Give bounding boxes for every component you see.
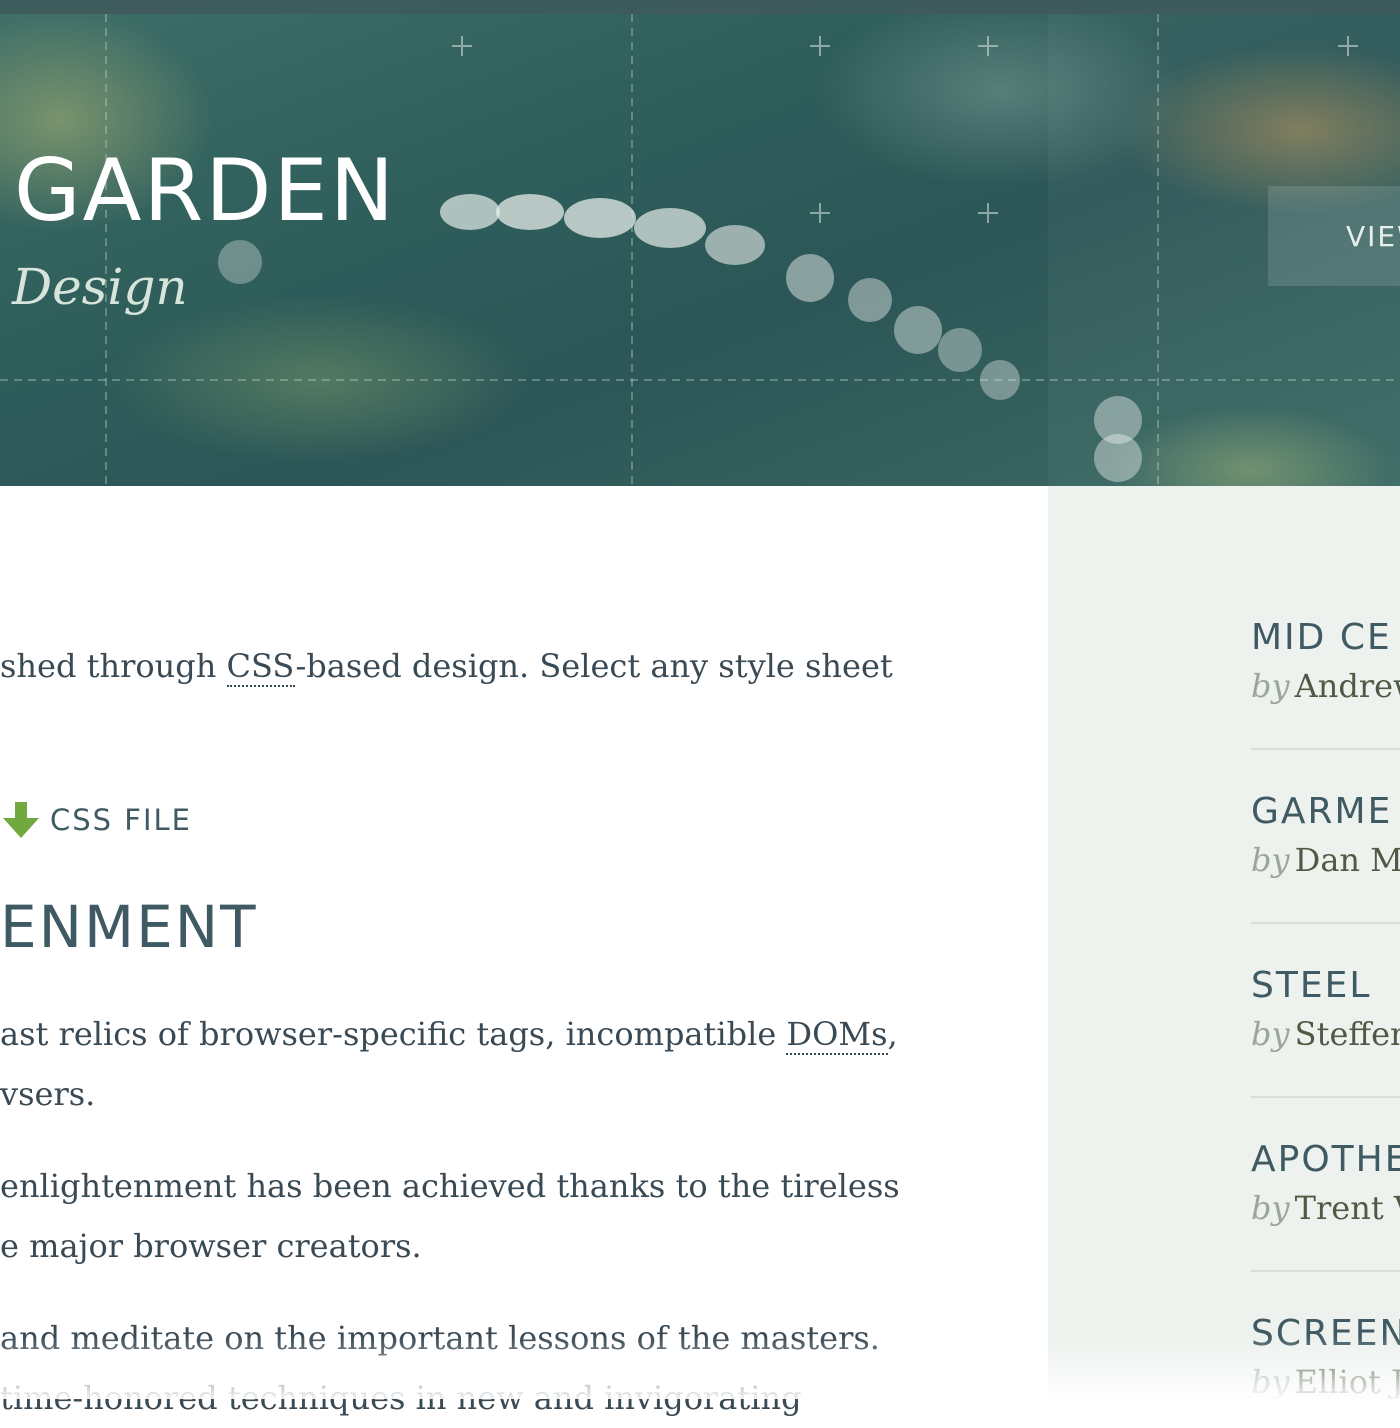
design-author-link[interactable]: Steffen	[1295, 1015, 1400, 1053]
by-label: by	[1251, 667, 1290, 705]
list-divider	[1251, 748, 1400, 750]
design-byline: by Steffen	[1251, 1018, 1400, 1050]
section-heading: ENMENT	[0, 893, 258, 961]
list-divider	[1251, 922, 1400, 924]
design-author-link[interactable]: Dan M	[1295, 841, 1400, 879]
main-content: shed through CSS-based design. Select an…	[0, 486, 1048, 1417]
paragraph-2-line-2: e major browser creators.	[0, 1227, 422, 1265]
design-item-1: MID CE by Andrew	[1251, 620, 1400, 703]
design-list-sidebar: MID CE by Andrew GARME by Dan M STEEL by…	[1048, 486, 1400, 1399]
doms-abbreviation: DOMs	[786, 1015, 888, 1055]
paragraph-3-line-2: time-honored techniques in new and invig…	[0, 1379, 802, 1417]
design-name-link[interactable]: STEEL	[1251, 968, 1400, 1004]
design-name-link[interactable]: SCREEN	[1251, 1316, 1400, 1352]
design-item-3: STEEL by Steffen	[1251, 968, 1400, 1051]
paragraph-2-line-1: enlightenment has been achieved thanks t…	[0, 1167, 900, 1205]
site-header: GARDEN Design VIEW	[0, 0, 1400, 486]
design-byline: by Andrew	[1251, 670, 1400, 702]
design-item-2: GARME by Dan M	[1251, 794, 1400, 877]
header-background-pattern	[0, 14, 1400, 486]
design-item-4: APOTHE by Trent V	[1251, 1142, 1400, 1225]
view-all-designs-button[interactable]: VIEW	[1268, 186, 1400, 286]
paragraph-1-comma: ,	[887, 1015, 898, 1053]
css-abbreviation: CSS	[226, 647, 296, 687]
intro-text-suffix: -based design. Select any style sheet	[295, 647, 893, 685]
download-css-file-label: CSS FILE	[50, 803, 192, 837]
design-name-link[interactable]: MID CE	[1251, 620, 1400, 656]
design-item-5: SCREEN by Elliot J	[1251, 1316, 1400, 1399]
list-divider	[1251, 1270, 1400, 1272]
by-label: by	[1251, 1015, 1290, 1053]
site-title: GARDEN	[14, 141, 397, 241]
design-author-link[interactable]: Andrew	[1295, 667, 1400, 705]
paragraph-3-line-1: and meditate on the important lessons of…	[0, 1319, 880, 1357]
by-label: by	[1251, 841, 1290, 879]
download-arrow-icon	[3, 802, 39, 838]
by-label: by	[1251, 1189, 1290, 1227]
design-name-link[interactable]: GARME	[1251, 794, 1400, 830]
site-subtitle: Design	[12, 258, 188, 316]
list-divider	[1251, 1096, 1400, 1098]
paragraph-1-text: ast relics of browser-specific tags, inc…	[0, 1015, 787, 1053]
paragraph-1-line-2: vsers.	[0, 1075, 96, 1113]
intro-paragraph: shed through CSS-based design. Select an…	[0, 636, 893, 696]
paragraph-1-line-1: ast relics of browser-specific tags, inc…	[0, 1004, 898, 1064]
by-label: by	[1251, 1363, 1290, 1399]
intro-text-prefix: shed through	[0, 647, 227, 685]
design-author-link[interactable]: Trent V	[1295, 1189, 1400, 1227]
design-name-link[interactable]: APOTHE	[1251, 1142, 1400, 1178]
design-author-link[interactable]: Elliot J	[1295, 1363, 1400, 1399]
design-byline: by Elliot J	[1251, 1366, 1400, 1398]
design-byline: by Trent V	[1251, 1192, 1400, 1224]
design-byline: by Dan M	[1251, 844, 1400, 876]
download-css-file-link[interactable]: CSS FILE	[2, 798, 192, 842]
